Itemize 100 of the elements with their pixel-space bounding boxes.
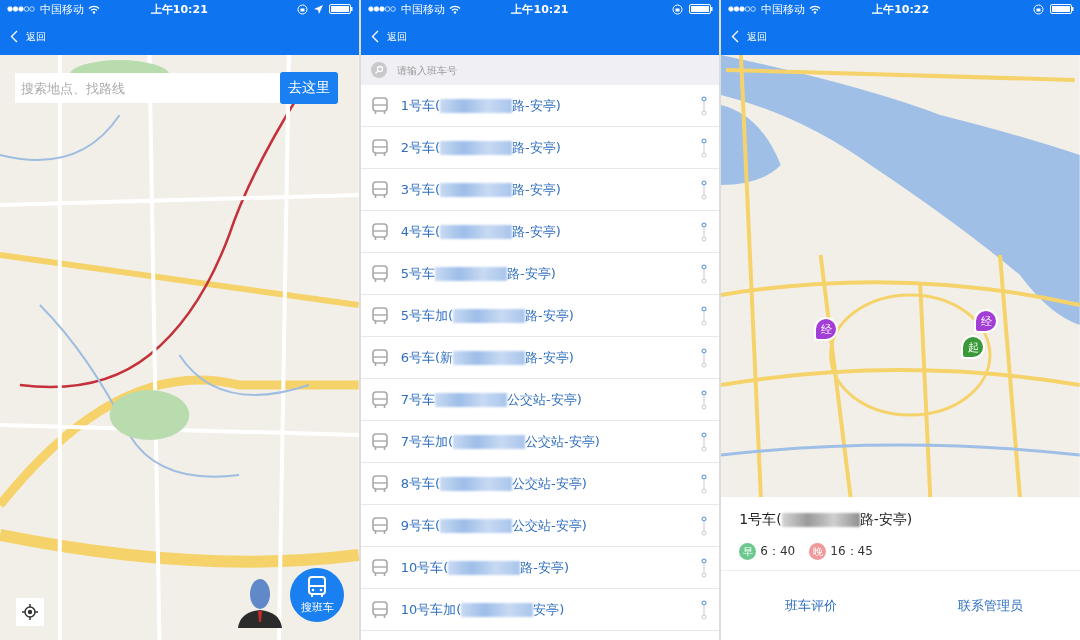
bus-icon [370,138,389,157]
battery-icon [1050,4,1074,14]
bus-icon [370,600,389,619]
avatar-silhouette-icon[interactable] [238,578,282,628]
locate-button[interactable] [16,598,44,626]
route-name-start: 8号车( [400,474,440,493]
route-icon [701,389,708,410]
route-name-start: 10号车加( [400,600,462,619]
bus-icon [370,348,389,367]
route-icon [701,137,708,158]
route-name-end: 路-安亭) [525,306,574,325]
route-list-item[interactable]: 9号车( 公交站-安亭) [360,505,720,547]
carrier-name: 中国移动 [400,1,445,17]
departure-time: 16：45 [830,543,873,560]
blurred-text [453,350,525,365]
route-name-end: 路-安亭) [506,264,556,283]
bus-icon [370,558,389,577]
bus-icon [370,264,389,283]
bus-icon [370,180,389,199]
route-name-start: 1号车( [400,96,440,115]
route-name-start: 2号车( [400,138,440,157]
route-icon [701,557,708,578]
route-name-start: 1号车( [739,511,782,529]
bus-icon [370,96,389,115]
search-icon [370,62,387,78]
blurred-text [440,476,512,491]
back-button[interactable]: 返回 [366,27,411,46]
route-name-end: 路-安亭) [512,96,561,115]
route-name-end: 路-安亭) [859,511,913,529]
bus-icon [370,474,389,493]
route-name-end: 公交站-安亭) [512,474,587,493]
route-list-item[interactable]: 4号车( 路-安亭) [360,211,720,253]
signal-icon [366,5,397,13]
signal-icon [6,5,36,13]
bus-icon [370,222,389,241]
chevron-left-icon [10,30,18,43]
chevron-left-icon [370,30,379,43]
bus-icon [370,516,389,535]
bus-icon [307,575,327,598]
back-button[interactable]: 返回 [727,27,772,46]
route-list-item[interactable]: 2号车( 路-安亭) [360,127,720,169]
route-list-item[interactable]: 7号车加( 公交站-安亭) [360,421,720,463]
route-list-item[interactable]: 10号车加( 安亭) [360,589,720,631]
time-badge: 晚 [809,543,827,560]
route-name-start: 9号车( [400,516,440,535]
bus-icon [370,432,389,451]
bus-icon [370,306,389,325]
action-link[interactable]: 联系管理员 [900,571,1080,640]
blurred-text [440,224,512,239]
status-time: 上午10:21 [149,1,209,17]
route-name-start: 10号车( [400,558,449,577]
search-field[interactable]: 搜索地点、找路线 [15,73,280,103]
route-name-start: 7号车 [400,390,435,409]
route-list-item[interactable]: 5号车 路-安亭) [360,253,720,295]
wifi-icon [88,4,100,14]
battery-icon [689,4,714,14]
route-icon [701,263,708,284]
route-icon [701,347,708,368]
orientation-lock-icon [672,3,684,15]
route-list-item[interactable]: 3号车( 路-安亭) [360,169,720,211]
route-name-end: 公交站-安亭) [525,432,600,451]
route-name-end: 公交站-安亭) [506,390,582,409]
orientation-lock-icon [296,3,308,15]
route-name-start: 7号车加( [400,432,453,451]
route-list-item[interactable]: 10号车( 路-安亭) [360,547,720,589]
route-icon [701,305,708,326]
blurred-text [440,98,512,113]
route-name-start: 3号车( [400,180,440,199]
blurred-text [453,308,525,323]
route-name-start: 5号车加( [400,306,453,325]
status-time: 上午10:21 [510,1,570,17]
route-name-end: 路-安亭) [512,180,561,199]
route-name-start: 5号车 [400,264,435,283]
route-name-end: 公交站-安亭) [512,516,587,535]
blurred-text [440,518,512,533]
wifi-icon [809,4,822,14]
route-list-item[interactable]: 8号车( 公交站-安亭) [360,463,720,505]
route-icon [701,431,708,452]
carrier-name: 中国移动 [761,1,806,17]
orientation-lock-icon [1033,3,1044,15]
blurred-text [440,140,512,155]
back-button[interactable]: 返回 [6,27,50,46]
route-name-end: 路-安亭) [525,348,574,367]
route-name-end: 路-安亭) [520,558,570,577]
route-list-item[interactable]: 6号车(新 路-安亭) [360,337,720,379]
route-name-end: 路-安亭) [512,138,561,157]
carrier-name: 中国移动 [40,1,84,17]
route-list-item[interactable]: 7号车 公交站-安亭) [360,379,720,421]
action-link[interactable]: 班车评价 [721,571,901,640]
go-here-button[interactable]: 去这里 [280,72,338,104]
departure-time: 6：40 [760,543,796,560]
location-arrow-icon [313,4,323,14]
search-field[interactable]: 请输入班车号 [394,63,599,77]
status-time: 上午10:22 [871,1,931,17]
route-list-item[interactable]: 1号车( 路-安亭) [360,85,720,127]
route-icon [701,221,708,242]
route-icon [701,179,708,200]
signal-icon [727,5,758,13]
route-name-end: 安亭) [533,600,565,619]
route-list-item[interactable]: 5号车加( 路-安亭) [360,295,720,337]
